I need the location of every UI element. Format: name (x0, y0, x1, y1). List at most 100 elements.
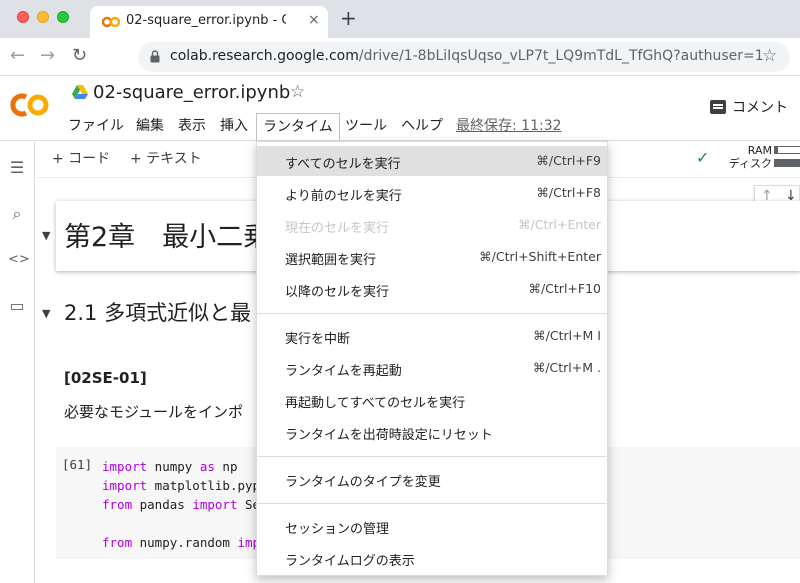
menu-item-label: ランタイムを再起動 (285, 364, 402, 379)
left-rail: ☰ ⌕ <> ▭ (0, 142, 35, 583)
menu-tools[interactable]: ツール (339, 113, 393, 137)
menu-item-label: ランタイムのタイプを変更 (285, 475, 441, 490)
runtime-menu-item[interactable]: すべてのセルを実行 ⌘/Ctrl+F9 (257, 146, 607, 176)
browser-toolbar: ← → ↻ colab.research.google.com/drive/1-… (0, 38, 800, 76)
menu-runtime[interactable]: ランタイム (256, 113, 340, 140)
collapse-subsection-icon[interactable]: ▼ (42, 307, 50, 320)
runtime-menu-item[interactable]: 実行を中断 ⌘/Ctrl+M I (257, 321, 607, 351)
close-window-button[interactable] (17, 11, 29, 23)
ram-usage-bar (774, 146, 800, 154)
new-tab-button[interactable]: + (340, 8, 357, 28)
disk-usage-fill (775, 160, 800, 166)
code-token: numpy (147, 459, 200, 474)
runtime-menu-item[interactable]: ランタイムを再起動 ⌘/Ctrl+M . (257, 353, 607, 383)
menu-insert[interactable]: 挿入 (214, 113, 254, 137)
menu-item-label: 再起動してすべてのセルを実行 (285, 396, 466, 411)
star-icon[interactable]: ☆ (290, 82, 305, 102)
disk-usage-bar (774, 159, 800, 167)
last-saved-link[interactable]: 最終保存: 11:32 (456, 115, 562, 135)
runtime-menu-item[interactable]: ランタイムを出荷時設定にリセット (257, 417, 607, 447)
execution-count: [61] (62, 457, 93, 472)
code-snippets-icon[interactable]: <> (8, 252, 30, 267)
resource-labels[interactable]: RAM ディスク (720, 144, 772, 170)
collapse-section-icon[interactable]: ▼ (42, 229, 50, 242)
menu-view[interactable]: 表示 (172, 113, 212, 137)
runtime-menu-dropdown: すべてのセルを実行 ⌘/Ctrl+F9 より前のセルを実行 ⌘/Ctrl+F8 現在のセ… (256, 141, 608, 576)
tab-title: 02-square_error.ipynb - Colab (126, 13, 286, 28)
menu-item-shortcut: ⌘/Ctrl+Enter (518, 217, 601, 232)
close-tab-icon[interactable]: × (308, 12, 320, 28)
ram-usage-fill (775, 147, 778, 153)
runtime-menu-item[interactable]: より前のセルを実行 ⌘/Ctrl+F8 (257, 178, 607, 208)
files-folder-icon[interactable]: ▭ (8, 296, 26, 315)
lock-icon (150, 50, 160, 63)
menu-item-shortcut: ⌘/Ctrl+M . (532, 360, 601, 375)
url-bar[interactable]: colab.research.google.com/drive/1-8bLiIq… (138, 42, 790, 72)
menu-separator (257, 313, 607, 314)
menu-item-shortcut: ⌘/Ctrl+F9 (536, 153, 601, 168)
cell-label: [02SE-01] (64, 369, 147, 387)
menu-help[interactable]: ヘルプ (395, 113, 449, 137)
runtime-menu-item[interactable]: セッションの管理 (257, 511, 607, 541)
menu-item-shortcut: ⌘/Ctrl+F10 (528, 281, 601, 296)
menu-item-label: より前のセルを実行 (285, 189, 402, 204)
runtime-menu-item[interactable]: 再起動してすべてのセルを実行 (257, 385, 607, 415)
code-token: np (214, 459, 238, 474)
runtime-menu-item[interactable]: 選択範囲を実行 ⌘/Ctrl+Shift+Enter (257, 242, 607, 272)
bookmark-star-icon[interactable]: ☆ (762, 46, 777, 66)
code-line: import matplotlib.pypl (102, 476, 268, 495)
browser-tab-active[interactable]: 02-square_error.ipynb - Colab × (90, 6, 328, 38)
menu-item-label: セッションの管理 (285, 522, 390, 537)
runtime-menu-item[interactable]: 以降のセルを実行 ⌘/Ctrl+F10 (257, 274, 607, 304)
url-path: /drive/1-8bLiIqsUqso_vLP7t_LQ9mTdL_TfGhQ… (358, 48, 764, 64)
menu-item-label: 現在のセルを実行 (285, 221, 390, 236)
runtime-menu-item[interactable]: ランタイムログの表示 (257, 543, 607, 573)
reload-icon[interactable]: ↻ (72, 46, 87, 66)
search-icon[interactable]: ⌕ (8, 204, 26, 224)
add-code-button[interactable]: + コード (52, 148, 110, 168)
colab-logo-icon[interactable] (10, 91, 50, 119)
ram-label: RAM (747, 144, 772, 157)
forward-arrow-icon[interactable]: → (40, 46, 55, 66)
comment-button[interactable]: コメント (710, 97, 788, 117)
menu-item-label: すべてのセルを実行 (285, 157, 401, 172)
code-line: from pandas import Ser (102, 495, 268, 514)
code-keyword: import (102, 478, 148, 493)
back-arrow-icon[interactable]: ← (10, 46, 25, 66)
code-editor[interactable]: import numpy as np import matplotlib.pypl… (102, 457, 268, 552)
notebook-title[interactable]: 02-square_error.ipynb (93, 82, 290, 103)
menu-item-label: ランタイムを出荷時設定にリセット (285, 428, 493, 443)
minimize-window-button[interactable] (37, 11, 49, 23)
code-token: numpy.random (132, 535, 238, 550)
code-keyword: import (192, 497, 238, 512)
code-keyword: from (102, 535, 133, 550)
google-drive-icon (72, 85, 88, 99)
runtime-menu-item[interactable]: ランタイムのタイプを変更 (257, 464, 607, 494)
runtime-menu-item: 現在のセルを実行 ⌘/Ctrl+Enter (257, 210, 607, 240)
menu-separator (257, 456, 607, 457)
disk-label: ディスク (728, 157, 772, 170)
code-keyword: as (199, 459, 215, 474)
section-heading: 2.1 多項式近似と最 (64, 301, 252, 325)
connected-check-icon[interactable]: ✓ (696, 148, 709, 167)
maximize-window-button[interactable] (57, 11, 69, 23)
menu-item-shortcut: ⌘/Ctrl+F8 (536, 185, 601, 200)
menu-item-label: 以降のセルを実行 (285, 285, 390, 300)
code-line: import numpy as np (102, 457, 268, 476)
code-token: pandas (132, 497, 193, 512)
chapter-heading: 第2章 最小二乗 (64, 222, 271, 253)
table-of-contents-icon[interactable]: ☰ (8, 158, 26, 177)
colab-favicon-icon (102, 16, 120, 28)
add-text-button[interactable]: + テキスト (130, 148, 202, 168)
url-text: colab.research.google.com/drive/1-8bLiIq… (170, 48, 764, 64)
markdown-text: 必要なモジュールをインポ (64, 403, 243, 421)
menu-edit[interactable]: 編集 (130, 113, 170, 137)
code-keyword: import (102, 459, 148, 474)
menu-file[interactable]: ファイル (62, 113, 130, 137)
code-token: matplotlib.pypl (147, 478, 268, 493)
menu-item-shortcut: ⌘/Ctrl+Shift+Enter (479, 249, 601, 264)
comment-label: コメント (732, 100, 788, 116)
menu-item-label: 実行を中断 (285, 332, 351, 347)
url-host: colab.research.google.com (170, 48, 359, 64)
